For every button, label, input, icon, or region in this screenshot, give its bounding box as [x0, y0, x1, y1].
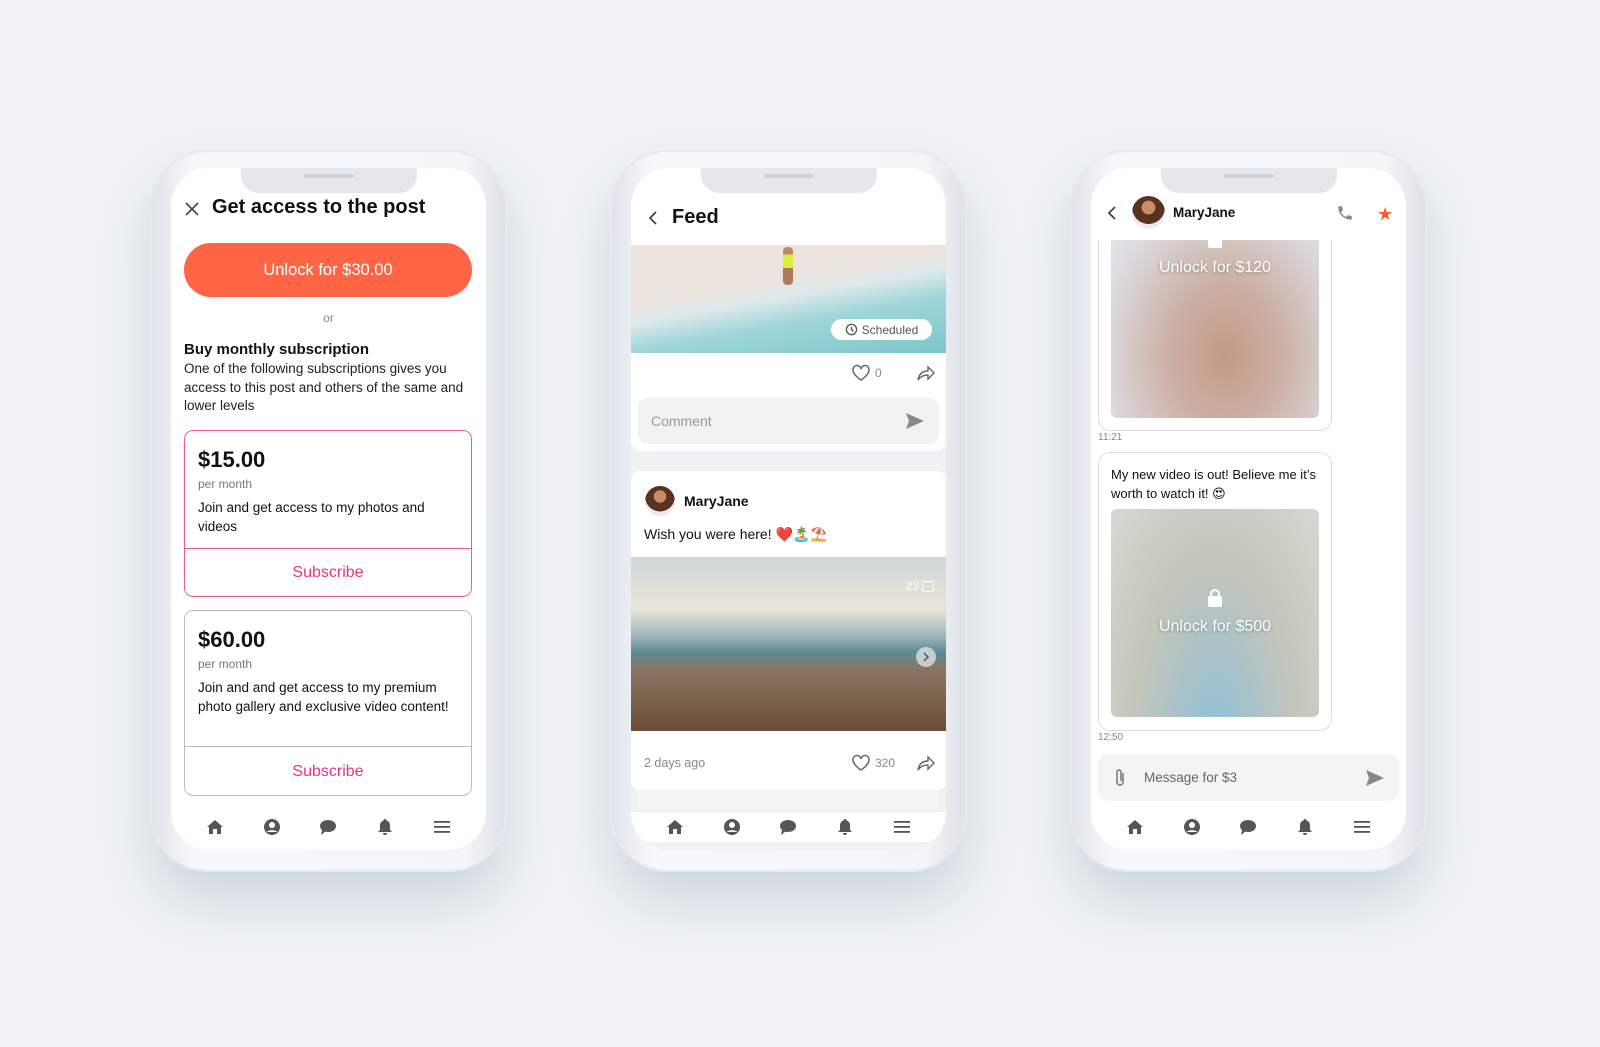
notch — [1161, 168, 1337, 193]
chat-icon[interactable] — [777, 816, 799, 838]
post-card: MaryJane Wish you were here! ❤️🏝️⛱️ 23 2… — [631, 471, 946, 791]
back-icon[interactable] — [647, 210, 659, 231]
menu-icon[interactable] — [891, 816, 913, 838]
subscription-description: One of the following subscriptions gives… — [184, 361, 464, 413]
like-icon[interactable] — [851, 364, 871, 387]
person-figure — [783, 247, 793, 285]
message-input[interactable]: Message for $3 — [1098, 754, 1399, 801]
chat-screen: Unlock for $120 11:21 My new video is ou… — [1091, 168, 1406, 850]
bottom-nav — [1091, 812, 1406, 842]
contact-name[interactable]: MaryJane — [1173, 205, 1235, 220]
message-text: My new video is out! Believe me it’s wor… — [1111, 467, 1316, 501]
locked-media[interactable]: Unlock for $500 — [1111, 509, 1319, 717]
profile-icon[interactable] — [1181, 816, 1203, 838]
menu-icon[interactable] — [1351, 816, 1373, 838]
like-count: 0 — [875, 366, 882, 380]
menu-icon[interactable] — [431, 816, 453, 838]
post-gallery[interactable]: 23 — [631, 557, 946, 731]
notch — [241, 168, 417, 193]
message-bubble: My new video is out! Believe me it’s wor… — [1098, 452, 1332, 731]
post-time: 2 days ago — [644, 756, 706, 770]
subscribe-button[interactable]: Subscribe — [185, 548, 471, 596]
avatar — [645, 486, 675, 516]
plan-card: $15.00 per month Join and get access to … — [184, 430, 472, 597]
plan-card: $60.00 per month Join and and get access… — [184, 610, 472, 796]
author-name[interactable]: MaryJane — [684, 493, 749, 509]
phone-access: Get access to the post Unlock for $30.00… — [150, 150, 507, 872]
home-icon[interactable] — [204, 816, 226, 838]
send-icon[interactable] — [905, 412, 925, 435]
bell-icon[interactable] — [1294, 816, 1316, 838]
share-icon[interactable] — [916, 754, 936, 777]
bottom-nav — [171, 812, 486, 842]
profile-icon[interactable] — [721, 816, 743, 838]
subscription-heading: Buy monthly subscription — [184, 341, 370, 358]
next-post-card — [638, 790, 939, 810]
chat-icon[interactable] — [317, 816, 339, 838]
bell-icon[interactable] — [834, 816, 856, 838]
unlock-label: Unlock for $120 — [1158, 259, 1272, 276]
like-count: 320 — [875, 756, 896, 770]
unlock-button[interactable]: Unlock for $30.00 — [184, 243, 472, 297]
bottom-nav — [631, 812, 946, 842]
page-title: Feed — [672, 206, 719, 228]
access-screen: Get access to the post Unlock for $30.00… — [171, 168, 486, 850]
comment-placeholder: Comment — [651, 413, 712, 429]
scheduled-badge: Scheduled — [831, 319, 932, 340]
plan-price: $60.00 — [198, 627, 266, 652]
home-icon[interactable] — [664, 816, 686, 838]
lock-icon — [1207, 589, 1223, 612]
like-icon[interactable] — [851, 754, 871, 777]
scheduled-label: Scheduled — [861, 322, 919, 337]
clock-icon — [845, 323, 857, 336]
attachment-icon[interactable] — [1114, 768, 1126, 793]
message-time: 11:21 — [1098, 432, 1123, 443]
profile-icon[interactable] — [261, 816, 283, 838]
back-icon[interactable] — [1106, 205, 1118, 226]
bell-icon[interactable] — [374, 816, 396, 838]
post-text: Wish you were here! ❤️🏝️⛱️ — [644, 526, 828, 542]
message-bubble: Unlock for $120 — [1098, 208, 1332, 431]
chat-icon[interactable] — [1237, 816, 1259, 838]
plan-description: Join and and get access to my premium ph… — [198, 680, 449, 714]
phone-icon[interactable] — [1336, 204, 1354, 227]
message-placeholder: Message for $3 — [1144, 770, 1238, 785]
subscribe-button[interactable]: Subscribe — [185, 746, 471, 795]
home-icon[interactable] — [1124, 816, 1146, 838]
share-icon[interactable] — [916, 364, 936, 387]
notch — [701, 168, 877, 193]
plan-description: Join and get access to my photos and vid… — [198, 500, 425, 534]
unlock-label: Unlock for $500 — [1158, 618, 1272, 635]
send-icon[interactable] — [1365, 769, 1385, 792]
message-time: 12:50 — [1098, 732, 1124, 743]
comment-input[interactable]: Comment — [638, 398, 939, 444]
next-arrow-icon[interactable] — [916, 647, 936, 667]
close-icon[interactable] — [184, 201, 200, 217]
page-title: Get access to the post — [212, 196, 426, 218]
phone-feed: Feed Scheduled 0 Comment MaryJane Wish y… — [610, 150, 967, 872]
avatar[interactable] — [1132, 196, 1165, 229]
star-icon[interactable]: ★ — [1377, 204, 1393, 225]
plan-period: per month — [198, 657, 253, 671]
photo-count-badge: 23 — [906, 579, 934, 593]
phone-chat: Unlock for $120 11:21 My new video is ou… — [1070, 150, 1427, 872]
plan-period: per month — [198, 477, 253, 491]
plan-price: $15.00 — [198, 447, 266, 472]
or-label: or — [323, 311, 334, 325]
feed-screen: Feed Scheduled 0 Comment MaryJane Wish y… — [631, 168, 946, 850]
